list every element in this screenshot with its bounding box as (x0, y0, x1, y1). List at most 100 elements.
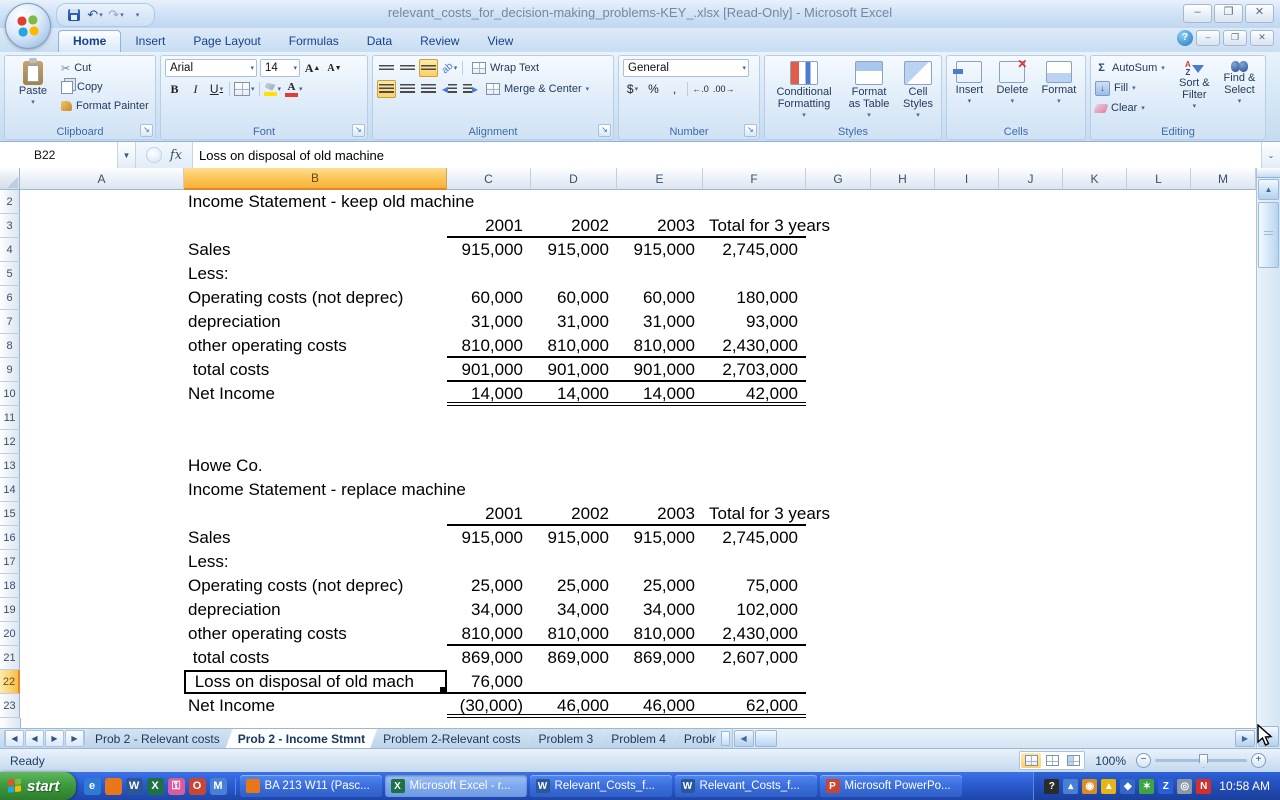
cell-E13[interactable] (617, 454, 703, 478)
cell-B17[interactable]: Less: (184, 550, 447, 574)
cell-I10[interactable] (935, 382, 999, 406)
cell-G16[interactable] (806, 526, 871, 550)
delete-cells-button[interactable]: ✕ Delete▾ (992, 59, 1032, 124)
sort-filter-button[interactable]: AZ Sort & Filter▾ (1175, 59, 1214, 124)
cell-D19[interactable]: 34,000 (531, 598, 617, 622)
sheet-tab-proble[interactable]: Proble (672, 729, 719, 748)
row-header-10[interactable]: 10 (0, 382, 20, 406)
cell-B15[interactable] (184, 502, 447, 526)
cell-K23[interactable] (1063, 694, 1127, 718)
cell-C4[interactable]: 915,000 (447, 238, 531, 262)
row-header-23[interactable]: 23 (0, 694, 20, 718)
tray-zip-icon[interactable]: Z (1158, 779, 1173, 794)
cell-B19[interactable]: depreciation (184, 598, 447, 622)
cell-G12[interactable] (806, 430, 871, 454)
column-header-B[interactable]: B (184, 168, 447, 190)
cell-D22[interactable] (531, 670, 617, 694)
cell-A6[interactable] (20, 286, 184, 310)
cell-E3[interactable]: 2003 (617, 214, 703, 238)
cell-I17[interactable] (935, 550, 999, 574)
cell-C13[interactable] (447, 454, 531, 478)
conditional-formatting-button[interactable]: Conditional Formatting▾ (769, 59, 839, 124)
cell-J12[interactable] (999, 430, 1063, 454)
cell-F20[interactable]: 2,430,000 (703, 622, 806, 646)
cell-E2[interactable] (617, 190, 703, 214)
cell-H8[interactable] (871, 334, 935, 358)
tray-hide-icons-icon[interactable]: ▴ (1063, 779, 1078, 794)
cell-K17[interactable] (1063, 550, 1127, 574)
cell-F18[interactable]: 75,000 (703, 574, 806, 598)
cell-M4[interactable] (1191, 238, 1256, 262)
first-sheet-button[interactable]: ◀ (4, 730, 24, 747)
cell-I16[interactable] (935, 526, 999, 550)
cell-B18[interactable]: Operating costs (not deprec) (184, 574, 447, 598)
cell-G4[interactable] (806, 238, 871, 262)
tray-netware-icon[interactable]: N (1196, 779, 1211, 794)
zoom-slider[interactable]: − + (1136, 753, 1266, 768)
cell-K22[interactable] (1063, 670, 1127, 694)
cell-E14[interactable] (617, 478, 703, 502)
cell-G19[interactable] (806, 598, 871, 622)
taskbar-button-relevant-costs-f[interactable]: WRelevant_Costs_f... (675, 775, 817, 797)
split-handle[interactable] (1257, 168, 1280, 178)
cell-G23[interactable] (806, 694, 871, 718)
cell-F4[interactable]: 2,745,000 (703, 238, 806, 262)
cell-I3[interactable] (935, 214, 999, 238)
row-header-18[interactable]: 18 (0, 574, 20, 598)
cell-J13[interactable] (999, 454, 1063, 478)
cell-M21[interactable] (1191, 646, 1256, 670)
italic-button[interactable]: I (186, 80, 205, 98)
taskbar-button-microsoft-powerpo[interactable]: PMicrosoft PowerPo... (820, 775, 962, 797)
row-header-16[interactable]: 16 (0, 526, 20, 550)
cell-I2[interactable] (935, 190, 999, 214)
cell-H3[interactable] (871, 214, 935, 238)
cell-K14[interactable] (1063, 478, 1127, 502)
cell-L20[interactable] (1127, 622, 1191, 646)
increase-decimal-button[interactable]: ←.0 (691, 80, 710, 98)
cell-I13[interactable] (935, 454, 999, 478)
insert-cells-button[interactable]: Insert▾ (952, 59, 988, 124)
row-header-11[interactable]: 11 (0, 406, 20, 430)
cell-H21[interactable] (871, 646, 935, 670)
cell-F6[interactable]: 180,000 (703, 286, 806, 310)
align-center-button[interactable] (398, 80, 417, 98)
cell-F7[interactable]: 93,000 (703, 310, 806, 334)
cell-C20[interactable]: 810,000 (447, 622, 531, 646)
cell-J4[interactable] (999, 238, 1063, 262)
cell-C22[interactable]: 76,000 (447, 670, 531, 694)
cell-E11[interactable] (617, 406, 703, 430)
cell-H17[interactable] (871, 550, 935, 574)
cell-B20[interactable]: other operating costs (184, 622, 447, 646)
cell-G14[interactable] (806, 478, 871, 502)
last-sheet-button[interactable]: ▶ (65, 730, 85, 747)
cell-D5[interactable] (531, 262, 617, 286)
cell-K16[interactable] (1063, 526, 1127, 550)
cell-I15[interactable] (935, 502, 999, 526)
cell-I4[interactable] (935, 238, 999, 262)
cell-M11[interactable] (1191, 406, 1256, 430)
merge-center-button[interactable]: Merge & Center▾ (486, 80, 589, 98)
cell-A17[interactable] (20, 550, 184, 574)
cell-J16[interactable] (999, 526, 1063, 550)
alignment-dialog-launcher[interactable]: ↘ (598, 124, 611, 137)
cell-E18[interactable]: 25,000 (617, 574, 703, 598)
row-header-7[interactable]: 7 (0, 310, 20, 334)
column-header-J[interactable]: J (999, 168, 1063, 190)
cell-G21[interactable] (806, 646, 871, 670)
cell-L13[interactable] (1127, 454, 1191, 478)
cell-G20[interactable] (806, 622, 871, 646)
messenger-icon[interactable]: M (210, 778, 227, 795)
cell-B12[interactable] (184, 430, 447, 454)
cell-C23[interactable]: (30,000) (447, 694, 531, 718)
cell-I18[interactable] (935, 574, 999, 598)
taskbar-button-relevant-costs-f[interactable]: WRelevant_Costs_f... (530, 775, 672, 797)
align-top-button[interactable] (377, 59, 396, 77)
cell-L17[interactable] (1127, 550, 1191, 574)
grow-font-button[interactable]: A▲ (303, 59, 322, 77)
cell-M13[interactable] (1191, 454, 1256, 478)
cell-K13[interactable] (1063, 454, 1127, 478)
align-bottom-button[interactable] (419, 59, 438, 77)
cell-B4[interactable]: Sales (184, 238, 447, 262)
cell-L2[interactable] (1127, 190, 1191, 214)
font-dialog-launcher[interactable]: ↘ (352, 124, 365, 137)
